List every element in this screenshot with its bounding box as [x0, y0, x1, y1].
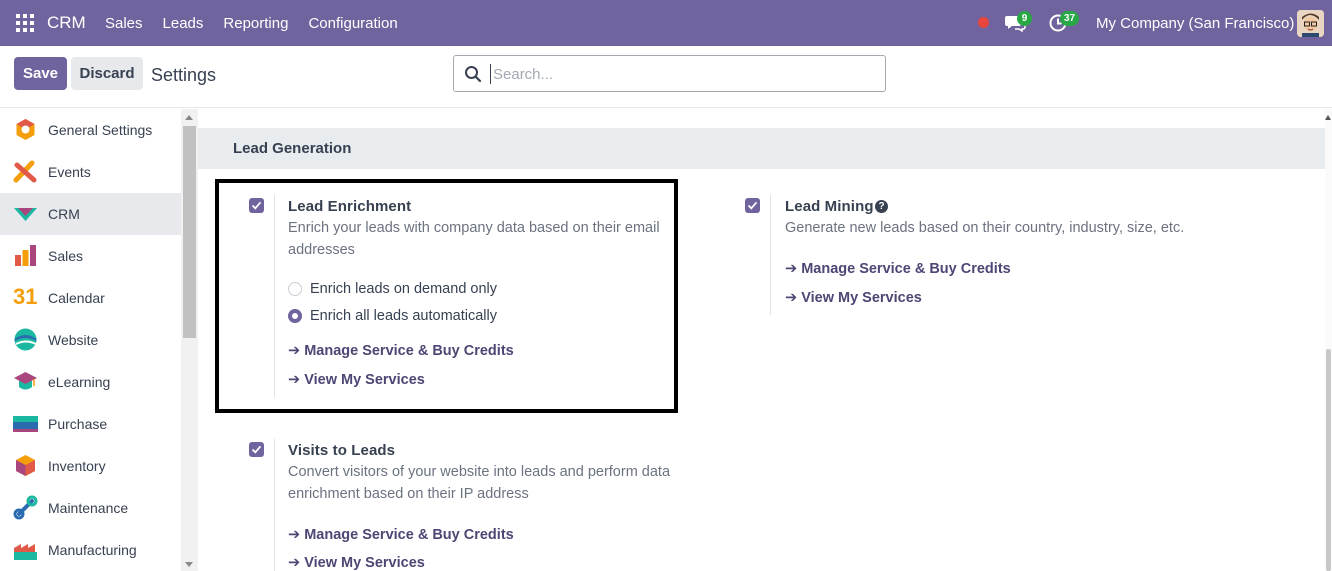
website-icon [14, 328, 37, 351]
sidebar-scroll-thumb[interactable] [183, 126, 196, 338]
menu-item-leads[interactable]: Leads [163, 15, 204, 32]
lead-mining-title: Lead Mining [785, 198, 874, 215]
events-icon [13, 160, 37, 183]
highlight-annotation-box [215, 179, 678, 413]
link-label: Manage Service & Buy Credits [801, 261, 1011, 277]
search-box[interactable] [453, 55, 886, 92]
scroll-down-arrow-icon[interactable] [185, 562, 193, 567]
inventory-icon [16, 455, 35, 476]
main-menu: Sales Leads Reporting Configuration [105, 15, 398, 32]
description-line: Convert visitors of your website into le… [288, 464, 671, 480]
sidebar-item-website[interactable]: Website [0, 319, 181, 361]
sidebar-item-maintenance[interactable]: Maintenance [0, 487, 181, 529]
top-navbar: CRM Sales Leads Reporting Configuration … [0, 0, 1332, 46]
company-switcher[interactable]: My Company (San Francisco) [1096, 15, 1294, 32]
sidebar-item-label: General Settings [48, 122, 153, 138]
sidebar-item-events[interactable]: Events [0, 151, 181, 193]
purchase-icon [13, 416, 38, 432]
recording-indicator-icon[interactable] [978, 17, 989, 28]
sidebar-item-label: Sales [48, 248, 84, 264]
section-title: Lead Generation [233, 140, 352, 157]
scroll-up-arrow-icon[interactable] [1325, 115, 1331, 120]
sidebar-item-crm[interactable]: CRM [0, 193, 181, 235]
crm-icon [14, 208, 37, 221]
visits-to-leads-description: Convert visitors of your website into le… [288, 461, 670, 505]
content-scroll-thumb[interactable] [1326, 349, 1331, 571]
lead-mining-view-services-link[interactable]: ➔ View My Services [785, 290, 922, 306]
sidebar-item-purchase[interactable]: Purchase [0, 403, 181, 445]
arrow-right-icon: ➔ [288, 555, 305, 571]
control-panel: Save Discard Settings [0, 46, 1332, 108]
visits-to-leads-title: Visits to Leads [288, 442, 396, 459]
link-label: View My Services [304, 555, 425, 571]
sidebar-item-general-settings[interactable]: General Settings [0, 109, 181, 151]
sidebar-item-label: Calendar [48, 290, 105, 306]
calendar-icon: 31 [13, 284, 37, 308]
maintenance-icon [13, 495, 38, 520]
menu-item-reporting[interactable]: Reporting [223, 15, 288, 32]
elearning-icon [14, 372, 37, 390]
sidebar-item-label: CRM [48, 206, 80, 222]
page-title: Settings [151, 65, 217, 85]
arrow-right-icon: ➔ [288, 527, 305, 543]
sidebar-item-manufacturing[interactable]: Manufacturing [0, 529, 181, 571]
user-avatar[interactable] [1297, 10, 1324, 37]
apps-menu-icon[interactable] [16, 14, 34, 32]
visits-to-leads-checkbox[interactable] [249, 442, 264, 457]
manufacturing-icon [14, 544, 37, 560]
scroll-up-arrow-icon[interactable] [185, 115, 193, 120]
sidebar-item-label: Manufacturing [48, 542, 137, 558]
lead-mining-manage-credits-link[interactable]: ➔ Manage Service & Buy Credits [785, 261, 1011, 277]
sidebar-scrollbar[interactable] [181, 109, 198, 571]
save-button[interactable]: Save [14, 57, 67, 90]
link-label: View My Services [801, 290, 922, 306]
menu-item-configuration[interactable]: Configuration [308, 15, 397, 32]
visits-manage-credits-link[interactable]: ➔ Manage Service & Buy Credits [288, 527, 514, 543]
activity-count-badge: 37 [1060, 11, 1080, 26]
sidebar-item-sales[interactable]: Sales [0, 235, 181, 277]
settings-sidebar: General Settings Events CRM Sales 31 Cal… [0, 109, 181, 571]
lead-mining-description: Generate new leads based on their countr… [785, 220, 1185, 236]
general-settings-icon [16, 119, 35, 140]
sidebar-item-label: eLearning [48, 374, 111, 390]
search-input[interactable] [490, 64, 870, 84]
discard-button[interactable]: Discard [71, 57, 143, 90]
search-icon [465, 66, 482, 83]
arrow-right-icon: ➔ [785, 261, 802, 277]
arrow-right-icon: ➔ [785, 290, 802, 306]
divider [770, 195, 771, 315]
help-question-icon[interactable]: ? [875, 200, 888, 213]
lead-mining-checkbox[interactable] [745, 198, 760, 213]
section-header: Lead Generation [198, 128, 1325, 169]
sidebar-item-inventory[interactable]: Inventory [0, 445, 181, 487]
chat-count-badge: 9 [1017, 11, 1032, 26]
sales-icon [15, 245, 36, 266]
app-brand[interactable]: CRM [47, 13, 86, 33]
divider [274, 439, 275, 571]
sidebar-item-calendar[interactable]: 31 Calendar [0, 277, 181, 319]
svg-text:31: 31 [13, 284, 37, 308]
sidebar-item-elearning[interactable]: eLearning [0, 361, 181, 403]
menu-item-sales[interactable]: Sales [105, 15, 143, 32]
sidebar-item-label: Purchase [48, 416, 108, 432]
description-line: enrichment based on their IP address [288, 486, 529, 502]
content-scrollbar[interactable] [1325, 109, 1332, 571]
sidebar-item-label: Maintenance [48, 500, 129, 516]
sidebar-item-label: Inventory [48, 458, 106, 474]
sidebar-item-label: Website [48, 332, 99, 348]
link-label: Manage Service & Buy Credits [304, 527, 514, 543]
visits-view-services-link[interactable]: ➔ View My Services [288, 555, 425, 571]
sidebar-item-label: Events [48, 164, 91, 180]
